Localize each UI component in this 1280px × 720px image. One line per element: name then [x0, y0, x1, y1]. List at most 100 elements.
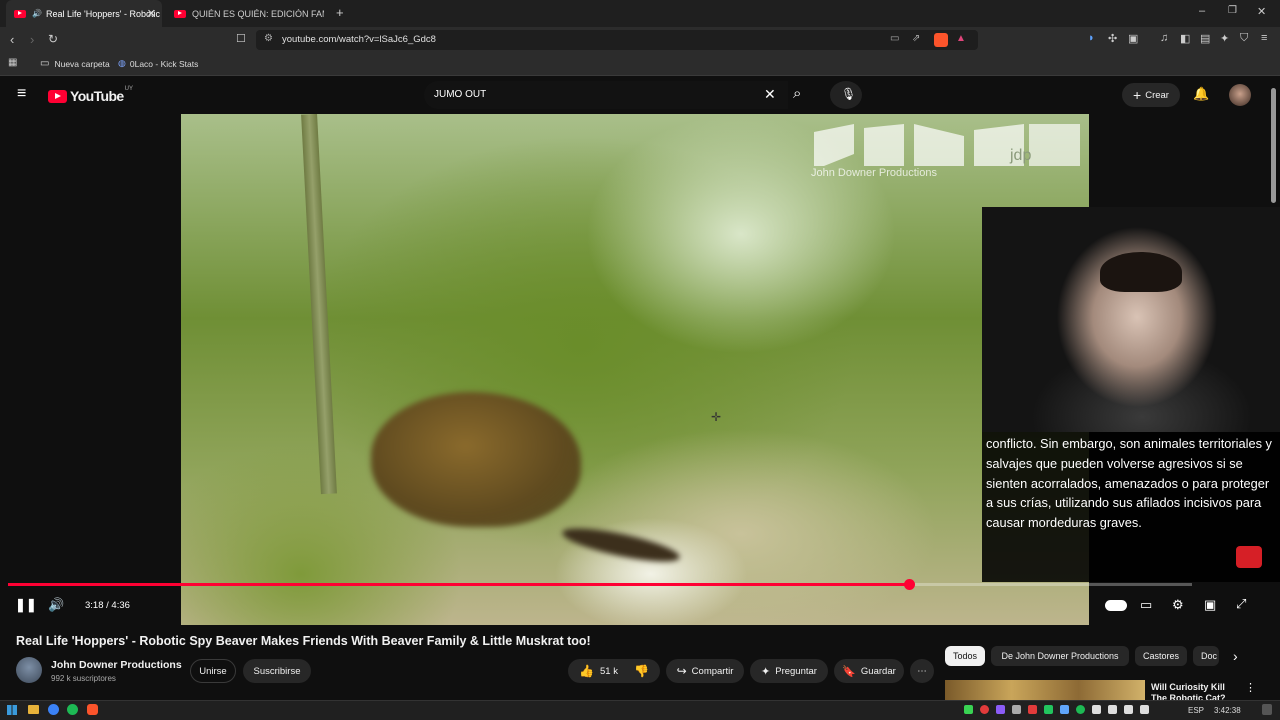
- system-tray-icons[interactable]: [964, 704, 1179, 716]
- recommendation-menu-icon[interactable]: ⋮: [1245, 681, 1256, 694]
- browser-tab-bar: 🔊 Real Life 'Hoppers' - Robotic ✕ QUIÉN …: [0, 0, 1280, 27]
- search-icon[interactable]: ⌕: [793, 85, 801, 102]
- like-count: 51 k: [600, 665, 618, 677]
- menu-icon[interactable]: ≡: [1261, 32, 1267, 44]
- notifications-icon[interactable]: 🔔: [1193, 86, 1209, 102]
- chip-label: Todos: [952, 651, 978, 661]
- speaker-icon: 🔊: [32, 9, 42, 18]
- like-dislike-group: 👍 51 k 👎: [568, 659, 660, 683]
- settings-icon[interactable]: ⚙: [1172, 597, 1184, 613]
- volume-icon[interactable]: 🔊: [48, 597, 64, 613]
- dislike-button[interactable]: 👎: [634, 664, 649, 678]
- leo-icon[interactable]: ◗: [1088, 32, 1095, 44]
- chip-channel[interactable]: De John Downer Productions: [991, 646, 1129, 666]
- streamer-hair-image: [1100, 252, 1182, 292]
- like-button[interactable]: 👍 51 k: [579, 664, 618, 678]
- miniplayer-icon[interactable]: ▣: [1204, 597, 1216, 613]
- create-button[interactable]: + Crear: [1122, 83, 1180, 107]
- tab-inactive[interactable]: QUIÉN ES QUIÉN: EDICIÓN FAMOSO: [166, 0, 326, 27]
- chip-beavers[interactable]: Castores: [1135, 646, 1187, 666]
- cursor-icon: ✛: [711, 410, 722, 424]
- bookmark-icon[interactable]: ☐: [236, 32, 246, 45]
- new-tab-icon[interactable]: +: [336, 5, 344, 20]
- site-settings-icon[interactable]: ⚙: [264, 33, 273, 44]
- language-indicator[interactable]: ESP: [1188, 706, 1204, 715]
- channel-name[interactable]: John Downer Productions: [51, 659, 182, 671]
- bookmarks-bar: ▦ ▭ Nueva carpeta ◍ 0Laco - Kick Stats: [0, 53, 1280, 76]
- back-icon[interactable]: ‹: [10, 32, 14, 47]
- apps-grid-icon[interactable]: ▦: [8, 57, 17, 68]
- save-button[interactable]: 🔖 Guardar: [834, 659, 904, 683]
- autoplay-toggle[interactable]: [1105, 600, 1127, 611]
- notification-center-icon[interactable]: [1262, 704, 1272, 715]
- reload-icon[interactable]: ↻: [48, 32, 58, 46]
- save-label: Guardar: [860, 665, 896, 677]
- ask-button[interactable]: ✦ Preguntar: [750, 659, 828, 683]
- restore-icon[interactable]: ❐: [1228, 5, 1237, 16]
- vpn-icon[interactable]: ⛉: [1240, 32, 1248, 45]
- chip-label: De John Downer Productions: [1001, 651, 1119, 661]
- screenshot-icon[interactable]: ▣: [1128, 32, 1138, 45]
- more-actions-button[interactable]: ⋯: [910, 659, 934, 683]
- ai-icon[interactable]: ✦: [1220, 32, 1229, 45]
- brave-shields-icon[interactable]: [934, 33, 948, 47]
- browser-taskbar-icon[interactable]: [48, 704, 59, 715]
- chip-all[interactable]: Todos: [945, 646, 985, 666]
- globe-icon: ◍: [118, 58, 126, 68]
- media-icon[interactable]: ♫: [1160, 32, 1168, 44]
- recommendation-title[interactable]: Will Curiosity Kill The Robotic Cat?: [1151, 682, 1241, 700]
- video-frame[interactable]: jdp John Downer Productions ✛: [181, 114, 1089, 625]
- share-button[interactable]: ↪ Compartir: [666, 659, 744, 683]
- region-code: UY: [124, 86, 133, 92]
- bookmark-kick-stats[interactable]: ◍ 0Laco - Kick Stats: [118, 58, 198, 69]
- youtube-logo[interactable]: YouTube UY: [48, 86, 133, 104]
- sparkle-icon: ✦: [761, 665, 771, 678]
- cast-icon[interactable]: ▭: [890, 33, 899, 44]
- wallet-icon[interactable]: ▤: [1200, 32, 1210, 45]
- taskbar-clock[interactable]: 3:42:38: [1214, 706, 1241, 715]
- file-explorer-icon[interactable]: [28, 705, 39, 714]
- forward-icon[interactable]: ›: [30, 32, 34, 47]
- bookmark-folder[interactable]: ▭ Nueva carpeta: [40, 58, 110, 69]
- extensions-icon[interactable]: ✣: [1108, 32, 1117, 45]
- chip-documentary[interactable]: Doc: [1193, 646, 1219, 666]
- user-avatar[interactable]: [1229, 84, 1251, 106]
- minimize-icon[interactable]: –: [1199, 5, 1205, 17]
- captions-icon[interactable]: ▭: [1140, 597, 1152, 613]
- url-text: youtube.com/watch?v=lSaJc6_Gdc8: [282, 34, 436, 45]
- join-label: Unirse: [199, 665, 227, 677]
- subscribe-overlay-icon[interactable]: [1236, 546, 1262, 568]
- page-scrollbar[interactable]: [1271, 88, 1276, 203]
- share-icon[interactable]: ⇗: [912, 33, 920, 44]
- create-label: Crear: [1145, 89, 1169, 101]
- watermark-text: John Downer Productions: [811, 167, 937, 179]
- spotify-icon[interactable]: [67, 704, 78, 715]
- close-window-icon[interactable]: ✕: [1257, 5, 1266, 18]
- search-input[interactable]: JUMO OUT ✕: [424, 81, 788, 109]
- brave-rewards-icon[interactable]: ▲: [956, 33, 966, 44]
- close-tab-icon[interactable]: ✕: [147, 7, 156, 20]
- brave-taskbar-icon[interactable]: [87, 704, 98, 715]
- join-button[interactable]: Unirse: [190, 659, 236, 683]
- progress-bar[interactable]: [8, 579, 1192, 590]
- fullscreen-icon[interactable]: ⤢: [1236, 596, 1246, 612]
- subtitle-box: conflicto. Sin embargo, son animales ter…: [982, 432, 1280, 582]
- beaver-image: [371, 392, 581, 527]
- clear-search-icon[interactable]: ✕: [764, 86, 776, 103]
- tab-active[interactable]: 🔊 Real Life 'Hoppers' - Robotic ✕: [6, 0, 162, 27]
- sidebar-icon[interactable]: ◧: [1180, 32, 1190, 45]
- jdp-logo: jdp: [814, 124, 1080, 166]
- chevron-right-icon[interactable]: ›: [1233, 648, 1238, 664]
- windows-taskbar: ESP 3:42:38: [0, 700, 1280, 720]
- tab-title: Real Life 'Hoppers' - Robotic: [45, 8, 160, 19]
- hamburger-menu-icon[interactable]: ≡: [17, 85, 26, 103]
- subscribe-button[interactable]: Suscribirse: [243, 659, 311, 683]
- webcam-overlay: [982, 207, 1280, 432]
- channel-avatar[interactable]: [16, 657, 42, 683]
- progress-scrubber[interactable]: [904, 579, 916, 590]
- pause-icon[interactable]: ❚❚: [15, 597, 37, 613]
- windows-start-icon[interactable]: [7, 705, 17, 715]
- recommendation-thumbnail[interactable]: [945, 680, 1145, 700]
- progress-played: [8, 583, 910, 586]
- url-field[interactable]: ⚙ youtube.com/watch?v=lSaJc6_Gdc8 ▭ ⇗ ▲: [256, 30, 978, 50]
